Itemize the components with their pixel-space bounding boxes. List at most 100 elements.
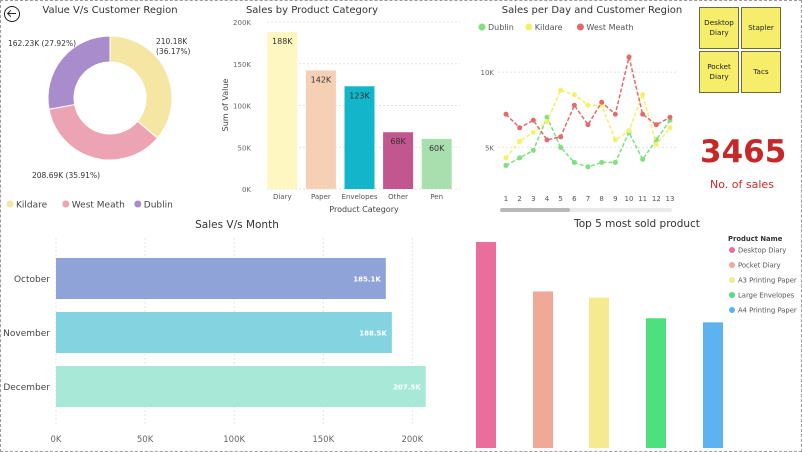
series-point[interactable] — [571, 159, 577, 165]
legend-item[interactable]: Dublin — [144, 201, 173, 211]
x-tick-label: Paper — [311, 193, 331, 201]
y-tick-label: October — [14, 275, 50, 285]
bar-october[interactable] — [56, 258, 386, 299]
legend-item[interactable]: A3 Printing Paper — [738, 277, 797, 285]
donut-data-label: 208.69K (35.91%) — [32, 171, 100, 180]
bar-data-label: 142K — [311, 75, 332, 84]
bar-paper[interactable] — [305, 70, 336, 189]
series-point[interactable] — [667, 114, 673, 120]
y-tick-label: 5K — [485, 144, 494, 152]
series-point[interactable] — [517, 138, 523, 144]
series-point[interactable] — [612, 137, 618, 143]
chart-title: Sales per Day and Customer Region — [502, 5, 683, 16]
series-point[interactable] — [503, 155, 509, 161]
product-slicer: Desktop Diary Stapler Pocket Diary Tacs — [699, 7, 781, 93]
bar-data-label: 188.5K — [359, 330, 387, 338]
legend-item[interactable]: Desktop Diary — [738, 247, 786, 255]
x-tick-label: Other — [388, 193, 408, 201]
series-point[interactable] — [571, 102, 577, 108]
x-tick-label: 100K — [223, 435, 245, 445]
series-point[interactable] — [544, 119, 550, 125]
series-point[interactable] — [667, 125, 673, 131]
series-point[interactable] — [517, 125, 523, 131]
series-point[interactable] — [612, 111, 618, 117]
donut-slice-west-meath[interactable] — [48, 103, 159, 161]
series-point[interactable] — [585, 122, 591, 128]
bar-large-envelopes[interactable] — [646, 318, 666, 448]
bar-a3-printing-paper[interactable] — [589, 297, 609, 448]
slicer-tacs[interactable]: Tacs — [741, 51, 781, 93]
bar-a4-printing-paper[interactable] — [703, 322, 723, 448]
line-chart-day-region: Sales per Day and Customer Region Dublin K… — [478, 5, 683, 212]
series-point[interactable] — [530, 117, 536, 123]
legend-item[interactable]: Kildare — [535, 23, 563, 32]
series-point[interactable] — [626, 54, 632, 60]
series-point[interactable] — [653, 141, 659, 147]
bar-november[interactable] — [56, 312, 392, 353]
series-point[interactable] — [558, 87, 564, 93]
series-point[interactable] — [640, 156, 646, 162]
bar-chart-category: Sales by Product Category 0K 50K 100K 150K 20… — [221, 5, 460, 214]
series-point[interactable] — [558, 144, 564, 150]
bar-envelopes[interactable] — [344, 86, 375, 189]
y-tick-label: 0K — [242, 186, 251, 194]
kpi-sales-label: No. of sales — [710, 178, 774, 191]
bar-diary[interactable] — [267, 32, 298, 189]
x-tick-label: 11 — [638, 195, 647, 203]
series-point[interactable] — [626, 128, 632, 134]
slicer-stapler[interactable]: Stapler — [741, 7, 781, 49]
series-point[interactable] — [599, 99, 605, 105]
legend-item[interactable]: Pocket Diary — [738, 262, 781, 270]
legend-item[interactable]: Dublin — [488, 23, 514, 32]
series-point[interactable] — [544, 137, 550, 143]
slicer-pocket-diary[interactable]: Pocket Diary — [699, 51, 739, 93]
x-tick-label: 200K — [401, 435, 423, 445]
y-tick-label: November — [3, 329, 50, 339]
series-line-west-meath[interactable] — [505, 56, 671, 141]
series-point[interactable] — [585, 102, 591, 108]
legend-item[interactable]: West Meath — [72, 201, 125, 211]
series-point[interactable] — [653, 122, 659, 128]
bar-desktop-diary[interactable] — [476, 242, 496, 448]
series-point[interactable] — [517, 155, 523, 161]
series-point[interactable] — [585, 164, 591, 170]
chart-title: Top 5 most sold product — [573, 218, 700, 230]
legend-title: Product Name — [728, 235, 783, 243]
bar-december[interactable] — [56, 366, 426, 407]
legend-marker — [478, 23, 486, 31]
legend-item[interactable]: A4 Printing Paper — [738, 307, 797, 315]
series-point[interactable] — [503, 162, 509, 168]
series-point[interactable] — [503, 111, 509, 117]
legend-marker — [62, 200, 70, 208]
y-tick-label: December — [3, 383, 50, 393]
bar-data-label: 60K — [429, 144, 445, 153]
legend-item[interactable]: West Meath — [586, 23, 633, 32]
legend-marker — [729, 292, 735, 298]
x-axis-title: Product Category — [329, 205, 399, 214]
bar-data-label: 185.1K — [353, 276, 381, 284]
series-point[interactable] — [640, 111, 646, 117]
series-point[interactable] — [558, 134, 564, 140]
series-point[interactable] — [640, 92, 646, 98]
bar-pocket-diary[interactable] — [533, 291, 553, 448]
legend-item[interactable]: Large Envelopes — [738, 292, 795, 300]
y-tick-label: 100K — [233, 103, 251, 111]
series-point[interactable] — [612, 159, 618, 165]
series-point[interactable] — [544, 114, 550, 120]
y-tick-label: 50K — [238, 144, 252, 152]
x-tick-label: Envelopes — [342, 193, 378, 201]
x-tick-label: 150K — [312, 435, 334, 445]
x-tick-label: 0K — [51, 435, 62, 445]
series-point[interactable] — [599, 159, 605, 165]
legend-item[interactable]: Kildare — [16, 201, 48, 211]
scrollbar-thumb[interactable] — [500, 208, 570, 212]
slicer-desktop-diary[interactable]: Desktop Diary — [699, 7, 739, 49]
x-tick-label: 10 — [625, 195, 634, 203]
series-point[interactable] — [530, 129, 536, 135]
bar-data-label: 207.5K — [393, 384, 421, 392]
x-tick-label: 4 — [545, 195, 550, 203]
chart-title: Value V/s Customer Region — [42, 5, 177, 16]
series-point[interactable] — [571, 92, 577, 98]
series-point[interactable] — [530, 147, 536, 153]
x-tick-label: 2 — [517, 195, 521, 203]
